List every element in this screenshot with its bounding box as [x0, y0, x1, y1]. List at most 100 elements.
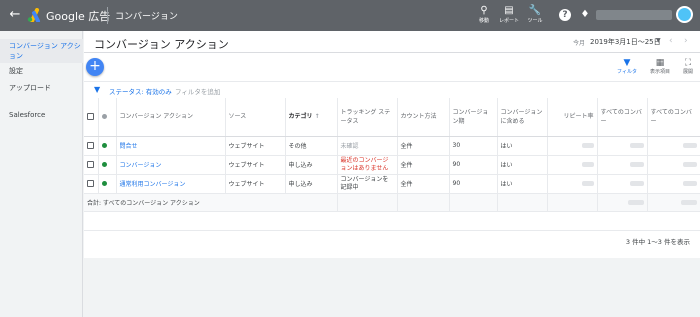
table-row: 通常利用コンバージョン ウェブサイト 申し込み コンバージョンを記録中 全件 9…	[84, 174, 700, 194]
row-action-link[interactable]: コンバージョン	[116, 155, 226, 175]
table-header-row: コンバージョン アクション ソース カテゴリ ↑ トラッキング ステータス カウ…	[84, 98, 700, 137]
add-filter-link[interactable]: フィルタを追加	[175, 86, 220, 96]
col-header-all-conv-1[interactable]: すべてのコンバー	[597, 98, 648, 137]
row-all-conv-1-redacted	[597, 136, 648, 156]
top-app-bar: ← Google 広告 コンバージョン ⚲ 移動 ▤ レポート 🔧 ツール ? …	[0, 0, 700, 31]
sidebar-item-conversion-actions[interactable]: コンバージョン アクション	[0, 39, 83, 63]
select-all-checkbox[interactable]	[87, 113, 94, 121]
row-source: ウェブサイト	[225, 174, 286, 194]
col-header-count[interactable]: カウント方法	[397, 98, 450, 137]
row-include: はい	[497, 136, 548, 156]
sidebar-item-salesforce[interactable]: Salesforce	[0, 110, 83, 122]
row-status-cell	[98, 136, 117, 156]
date-range-picker[interactable]: 2019年3月1日〜25日	[590, 37, 661, 47]
search-icon: ⚲	[480, 5, 488, 16]
tools-button[interactable]: 🔧 ツール	[522, 4, 548, 28]
filter-icon: ▼	[623, 58, 631, 68]
page-title-bar: コンバージョン アクション 今月 2019年3月1日〜25日 ▼ ‹ ›	[84, 31, 700, 53]
col-header-category[interactable]: カテゴリ ↑	[285, 98, 338, 137]
columns-tool-label: 表示項目	[649, 69, 670, 75]
row-checkbox-cell	[84, 136, 99, 156]
row-repeat-rate-redacted	[547, 136, 598, 156]
table-row: 問合せ ウェブサイト その他 未確認 全件 30 はい	[84, 136, 700, 156]
enabled-status-dot-icon	[101, 181, 107, 186]
row-window: 90	[449, 174, 498, 194]
row-checkbox[interactable]	[87, 180, 94, 187]
app-brand: Google 広告	[46, 10, 111, 23]
chevron-right-icon[interactable]: ›	[684, 36, 688, 46]
row-all-conv-1-redacted	[597, 174, 648, 194]
row-include: はい	[497, 155, 548, 175]
row-count-method: 全件	[397, 155, 450, 175]
table-row: コンバージョン ウェブサイト 申し込み 最近のコンバージョンはありません 全件 …	[84, 155, 700, 175]
row-window: 30	[449, 136, 498, 156]
table-total-row: 合計: すべてのコンバージョン アクション	[84, 193, 700, 212]
total-all-conv-1-redacted	[597, 193, 648, 212]
chevron-down-icon[interactable]: ▼	[656, 37, 661, 44]
row-all-conv-2-redacted	[647, 155, 700, 175]
filter-chip-status[interactable]: ステータス: 有効のみ	[109, 86, 172, 96]
wrench-icon: 🔧	[528, 5, 542, 16]
row-checkbox-cell	[84, 174, 99, 194]
reports-label: レポート	[498, 18, 519, 24]
row-all-conv-1-redacted	[597, 155, 648, 175]
col-header-source[interactable]: ソース	[225, 98, 286, 137]
reports-button[interactable]: ▤ レポート	[496, 4, 522, 28]
col-header-all-conv-2[interactable]: すべてのコンバー	[647, 98, 700, 137]
avatar[interactable]	[676, 6, 693, 23]
goto-button[interactable]: ⚲ 移動	[471, 4, 497, 28]
col-header-repeat-rate[interactable]: リピート率	[547, 98, 598, 137]
chevron-left-icon[interactable]: ‹	[669, 36, 673, 46]
row-all-conv-2-redacted	[647, 136, 700, 156]
expand-button[interactable]: ⛶ 展開	[676, 57, 700, 76]
row-action-link[interactable]: 通常利用コンバージョン	[116, 174, 226, 194]
row-include: はい	[497, 174, 548, 194]
row-checkbox[interactable]	[87, 161, 94, 168]
row-count-method: 全件	[397, 174, 450, 194]
col-header-window[interactable]: コンバージョン期	[449, 98, 498, 137]
sidebar-item-settings[interactable]: 設定	[0, 66, 83, 78]
row-repeat-rate-redacted	[547, 155, 598, 175]
expand-tool-label: 展開	[682, 69, 693, 75]
tools-label: ツール	[527, 18, 543, 24]
row-status-cell	[98, 174, 117, 194]
sidebar: コンバージョン アクション 設定 アップロード Salesforce	[0, 31, 83, 317]
status-header-cell	[98, 98, 117, 137]
filter-button[interactable]: ▼ フィルタ	[615, 57, 639, 76]
conversion-actions-table: コンバージョン アクション ソース カテゴリ ↑ トラッキング ステータス カウ…	[84, 98, 700, 212]
conversion-actions-card: + ▼ フィルタ ▦ 表示項目 ⛶ 展開 ▼ ステータス: 有効のみ フィルタを…	[84, 53, 700, 258]
columns-button[interactable]: ▦ 表示項目	[648, 57, 672, 76]
google-ads-logo-icon	[27, 8, 40, 22]
sidebar-item-uploads[interactable]: アップロード	[0, 83, 83, 95]
row-category: その他	[285, 136, 338, 156]
col-header-action[interactable]: コンバージョン アクション	[116, 98, 226, 137]
notifications-bell-icon[interactable]: ♦	[579, 8, 591, 22]
row-action-link[interactable]: 問合せ	[116, 136, 226, 156]
account-info-redacted[interactable]	[596, 10, 672, 20]
add-conversion-button[interactable]: +	[86, 58, 104, 76]
row-category: 申し込み	[285, 174, 338, 194]
total-all-conv-2-redacted	[647, 193, 700, 212]
row-checkbox-cell	[84, 155, 99, 175]
goto-label: 移動	[478, 18, 489, 24]
page-title: コンバージョン アクション	[94, 38, 229, 51]
row-source: ウェブサイト	[225, 155, 286, 175]
col-header-tracking[interactable]: トラッキング ステータス	[337, 98, 398, 137]
status-header-dot-icon	[101, 114, 107, 120]
col-header-include[interactable]: コンバージョンに含める	[497, 98, 548, 137]
sort-ascending-icon: ↑	[314, 113, 320, 121]
row-tracking-status[interactable]: 最近のコンバージョンはありません	[337, 155, 398, 175]
main-content: コンバージョン アクション 今月 2019年3月1日〜25日 ▼ ‹ › + ▼…	[84, 31, 700, 317]
row-repeat-rate-redacted	[547, 174, 598, 194]
row-source: ウェブサイト	[225, 136, 286, 156]
row-count-method: 全件	[397, 136, 450, 156]
filter-funnel-icon: ▼	[94, 85, 101, 94]
back-arrow-icon[interactable]: ←	[6, 6, 24, 24]
row-checkbox[interactable]	[87, 142, 94, 149]
help-icon[interactable]: ?	[559, 9, 571, 21]
filter-bar: ▼ ステータス: 有効のみ フィルタを追加	[84, 81, 700, 97]
header-divider	[107, 7, 108, 24]
row-tracking-status: 未確認	[337, 136, 398, 156]
pagination-summary: 3 件中 1～3 件を表示	[625, 238, 690, 246]
col-header-category-label: カテゴリ	[288, 113, 313, 121]
